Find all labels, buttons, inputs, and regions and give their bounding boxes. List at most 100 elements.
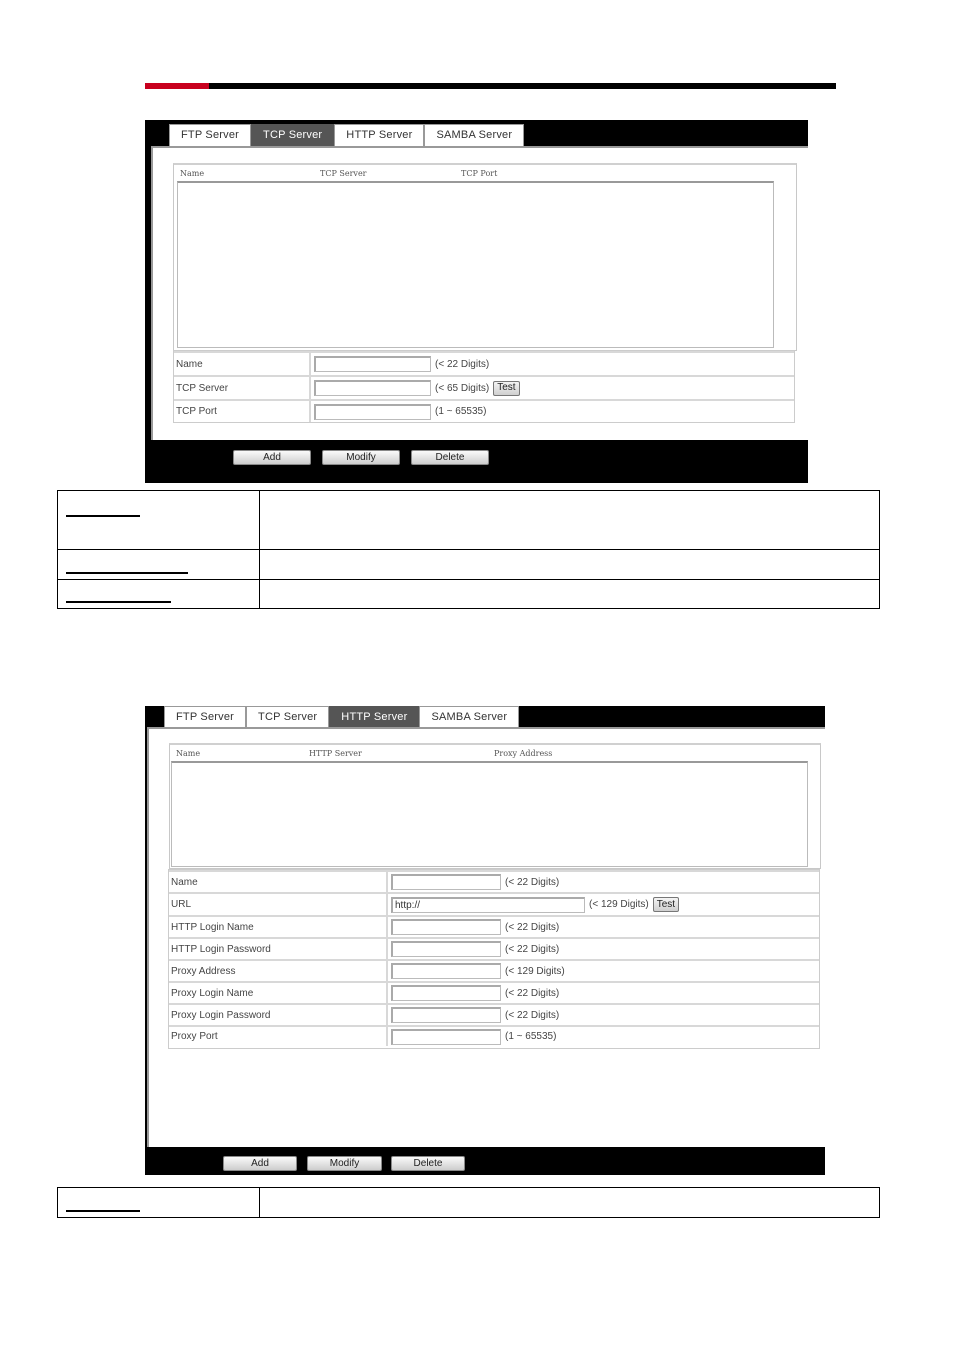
name-input[interactable] xyxy=(314,356,431,372)
tcp-server-hint: (< 65 Digits) xyxy=(435,382,490,394)
form-row-name: Name (< 22 Digits) xyxy=(169,870,819,892)
http-description-table xyxy=(57,1187,880,1218)
modify-button[interactable]: Modify xyxy=(322,450,400,465)
form-row-name: Name (< 22 Digits) xyxy=(174,351,794,375)
http-login-name-hint: (< 22 Digits) xyxy=(505,921,560,933)
http-login-password-value-cell: (< 22 Digits) xyxy=(388,939,819,959)
proxy-address-input[interactable] xyxy=(391,963,501,979)
http-login-password-input[interactable] xyxy=(391,941,501,957)
tcp-port-label: TCP Port xyxy=(174,401,311,422)
term-underline xyxy=(66,515,140,517)
description-cell xyxy=(259,549,880,580)
description-row xyxy=(57,579,880,609)
form-row-proxy-login-name: Proxy Login Name (< 22 Digits) xyxy=(169,981,819,1003)
test-button[interactable]: Test xyxy=(493,380,520,396)
column-proxy-address: Proxy Address xyxy=(494,749,553,758)
term-underline xyxy=(66,1210,140,1212)
column-name: Name xyxy=(180,169,205,178)
test-button[interactable]: Test xyxy=(652,897,680,912)
name-label: Name xyxy=(174,353,311,375)
delete-button[interactable]: Delete xyxy=(391,1156,465,1171)
tcp-content-area: Name TCP Server TCP Port Name (< 22 Digi… xyxy=(151,146,808,440)
tcp-port-value-cell: (1 ~ 65535) xyxy=(311,401,794,422)
column-tcp-server: TCP Server xyxy=(320,169,367,178)
tcp-server-value-cell: (< 65 Digits) Test xyxy=(311,377,794,399)
tcp-server-list: Name TCP Server TCP Port xyxy=(173,163,797,351)
proxy-login-password-label: Proxy Login Password xyxy=(169,1005,388,1025)
tcp-description-table xyxy=(57,490,880,609)
form-row-proxy-login-password: Proxy Login Password (< 22 Digits) xyxy=(169,1003,819,1025)
tcp-port-hint: (1 ~ 65535) xyxy=(435,406,487,417)
proxy-address-label: Proxy Address xyxy=(169,961,388,981)
tcp-port-input[interactable] xyxy=(314,403,431,420)
proxy-port-value-cell: (1 ~ 65535) xyxy=(388,1027,819,1046)
term-underline xyxy=(66,601,171,603)
description-row xyxy=(57,490,880,550)
tab-ftp-server[interactable]: FTP Server xyxy=(169,124,252,146)
form-row-url: URL (< 129 Digits) Test xyxy=(169,892,819,915)
tab-samba-server[interactable]: SAMBA Server xyxy=(419,706,520,728)
http-server-panel: FTP Server TCP Server HTTP Server SAMBA … xyxy=(145,706,825,1175)
tcp-server-input[interactable] xyxy=(314,380,431,396)
http-login-password-hint: (< 22 Digits) xyxy=(505,943,560,955)
tcp-server-listbox[interactable] xyxy=(177,181,774,348)
list-header: Name HTTP Server Proxy Address xyxy=(176,747,820,761)
tcp-form: Name (< 22 Digits) TCP Server (< 65 Digi… xyxy=(173,350,795,423)
tab-bar: FTP Server TCP Server HTTP Server SAMBA … xyxy=(169,120,525,146)
tcp-server-panel: FTP Server TCP Server HTTP Server SAMBA … xyxy=(145,120,808,483)
form-row-http-login-name: HTTP Login Name (< 22 Digits) xyxy=(169,915,819,937)
http-server-listbox[interactable] xyxy=(171,761,808,867)
tab-http-server[interactable]: HTTP Server xyxy=(329,706,420,728)
header-accent xyxy=(145,83,209,89)
proxy-port-input[interactable] xyxy=(391,1028,501,1045)
column-http-server: HTTP Server xyxy=(309,749,362,758)
tab-http-server[interactable]: HTTP Server xyxy=(334,124,425,146)
http-content-area: Name HTTP Server Proxy Address Name (< 2… xyxy=(147,727,825,1147)
proxy-login-name-label: Proxy Login Name xyxy=(169,983,388,1003)
term-cell xyxy=(57,579,260,609)
http-login-name-input[interactable] xyxy=(391,919,501,935)
tab-tcp-server[interactable]: TCP Server xyxy=(251,124,335,146)
http-login-name-value-cell: (< 22 Digits) xyxy=(388,917,819,937)
url-input[interactable] xyxy=(391,896,585,913)
delete-button[interactable]: Delete xyxy=(411,450,489,465)
proxy-login-password-hint: (< 22 Digits) xyxy=(505,1009,560,1021)
name-value-cell: (< 22 Digits) xyxy=(388,872,819,892)
proxy-login-password-input[interactable] xyxy=(391,1007,501,1023)
form-row-proxy-address: Proxy Address (< 129 Digits) xyxy=(169,959,819,981)
column-tcp-port: TCP Port xyxy=(461,169,498,178)
http-form: Name (< 22 Digits) URL (< 129 Digits) Te… xyxy=(168,869,820,1049)
name-hint: (< 22 Digits) xyxy=(505,876,560,888)
name-label: Name xyxy=(169,872,388,892)
proxy-login-name-hint: (< 22 Digits) xyxy=(505,987,560,999)
tab-samba-server[interactable]: SAMBA Server xyxy=(424,124,525,146)
url-hint: (< 129 Digits) xyxy=(589,899,649,910)
http-server-list: Name HTTP Server Proxy Address xyxy=(169,743,821,869)
description-row xyxy=(57,549,880,580)
proxy-login-name-input[interactable] xyxy=(391,985,501,1001)
name-value-cell: (< 22 Digits) xyxy=(311,353,794,375)
description-cell xyxy=(259,490,880,550)
term-cell xyxy=(57,1187,260,1218)
add-button[interactable]: Add xyxy=(233,450,311,465)
tcp-server-label: TCP Server xyxy=(174,377,311,399)
form-row-proxy-port: Proxy Port (1 ~ 65535) xyxy=(169,1025,819,1046)
page-header-bar xyxy=(145,83,836,89)
add-button[interactable]: Add xyxy=(223,1156,297,1171)
url-value-cell: (< 129 Digits) Test xyxy=(388,894,819,915)
proxy-login-name-value-cell: (< 22 Digits) xyxy=(388,983,819,1003)
term-underline xyxy=(66,572,188,574)
proxy-port-hint: (1 ~ 65535) xyxy=(505,1031,557,1042)
tab-ftp-server[interactable]: FTP Server xyxy=(164,706,247,728)
form-row-http-login-password: HTTP Login Password (< 22 Digits) xyxy=(169,937,819,959)
tab-tcp-server[interactable]: TCP Server xyxy=(246,706,330,728)
form-row-tcp-port: TCP Port (1 ~ 65535) xyxy=(174,399,794,422)
proxy-address-value-cell: (< 129 Digits) xyxy=(388,961,819,981)
name-input[interactable] xyxy=(391,874,501,890)
term-cell xyxy=(57,490,260,550)
modify-button[interactable]: Modify xyxy=(307,1156,382,1171)
list-header: Name TCP Server TCP Port xyxy=(180,167,796,181)
http-login-name-label: HTTP Login Name xyxy=(169,917,388,937)
term-cell xyxy=(57,549,260,580)
form-row-tcp-server: TCP Server (< 65 Digits) Test xyxy=(174,375,794,399)
